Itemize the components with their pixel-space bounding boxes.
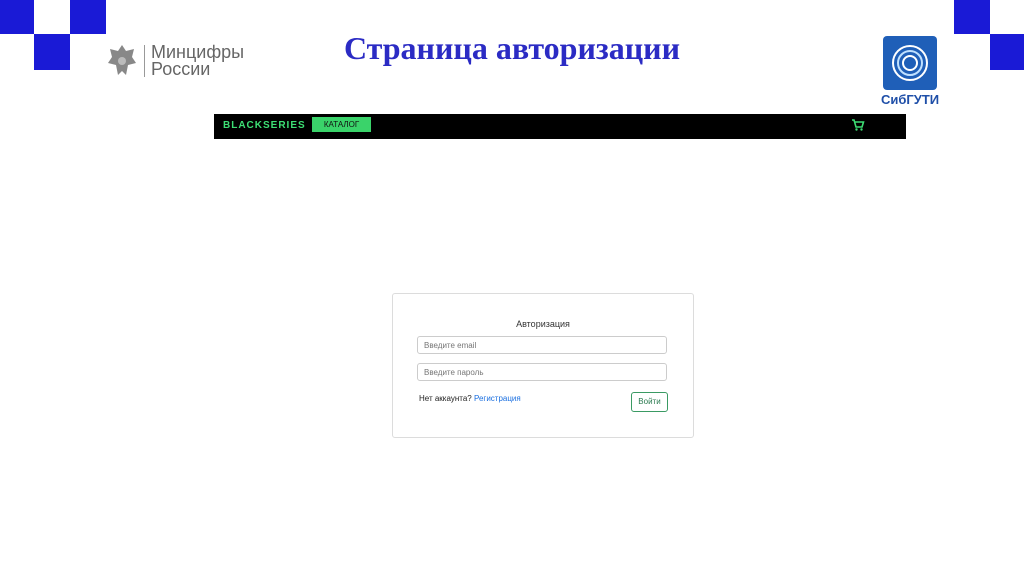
no-account-text: Нет аккаунта? <box>419 394 472 403</box>
decor-square <box>954 0 990 34</box>
register-link[interactable]: Регистрация <box>474 394 521 403</box>
cart-icon[interactable] <box>851 118 865 132</box>
ministry-name-line2: России <box>151 59 211 79</box>
university-emblem-icon <box>883 36 937 90</box>
decor-square <box>0 0 34 34</box>
decor-square <box>70 0 106 34</box>
login-button[interactable]: Войти <box>631 392 668 412</box>
university-logo: СибГУТИ <box>881 36 939 107</box>
university-name: СибГУТИ <box>881 92 940 107</box>
navbar: BLACKSERIES КАТАЛОГ <box>214 114 906 139</box>
brand-logo[interactable]: BLACKSERIES <box>223 120 306 131</box>
register-prompt: Нет аккаунта? Регистрация <box>419 394 521 403</box>
website-screenshot: BLACKSERIES КАТАЛОГ Авторизация Нет акка… <box>214 114 906 534</box>
login-card: Авторизация Нет аккаунта? Регистрация Во… <box>392 293 694 438</box>
ministry-name: Минцифры России <box>151 43 244 79</box>
catalog-button[interactable]: КАТАЛОГ <box>312 117 371 132</box>
password-input[interactable] <box>417 363 667 381</box>
logo-divider <box>144 45 145 77</box>
coat-of-arms-icon <box>108 45 136 75</box>
login-title: Авторизация <box>516 319 570 329</box>
email-input[interactable] <box>417 336 667 354</box>
ministry-logo: Минцифры России <box>106 43 244 79</box>
